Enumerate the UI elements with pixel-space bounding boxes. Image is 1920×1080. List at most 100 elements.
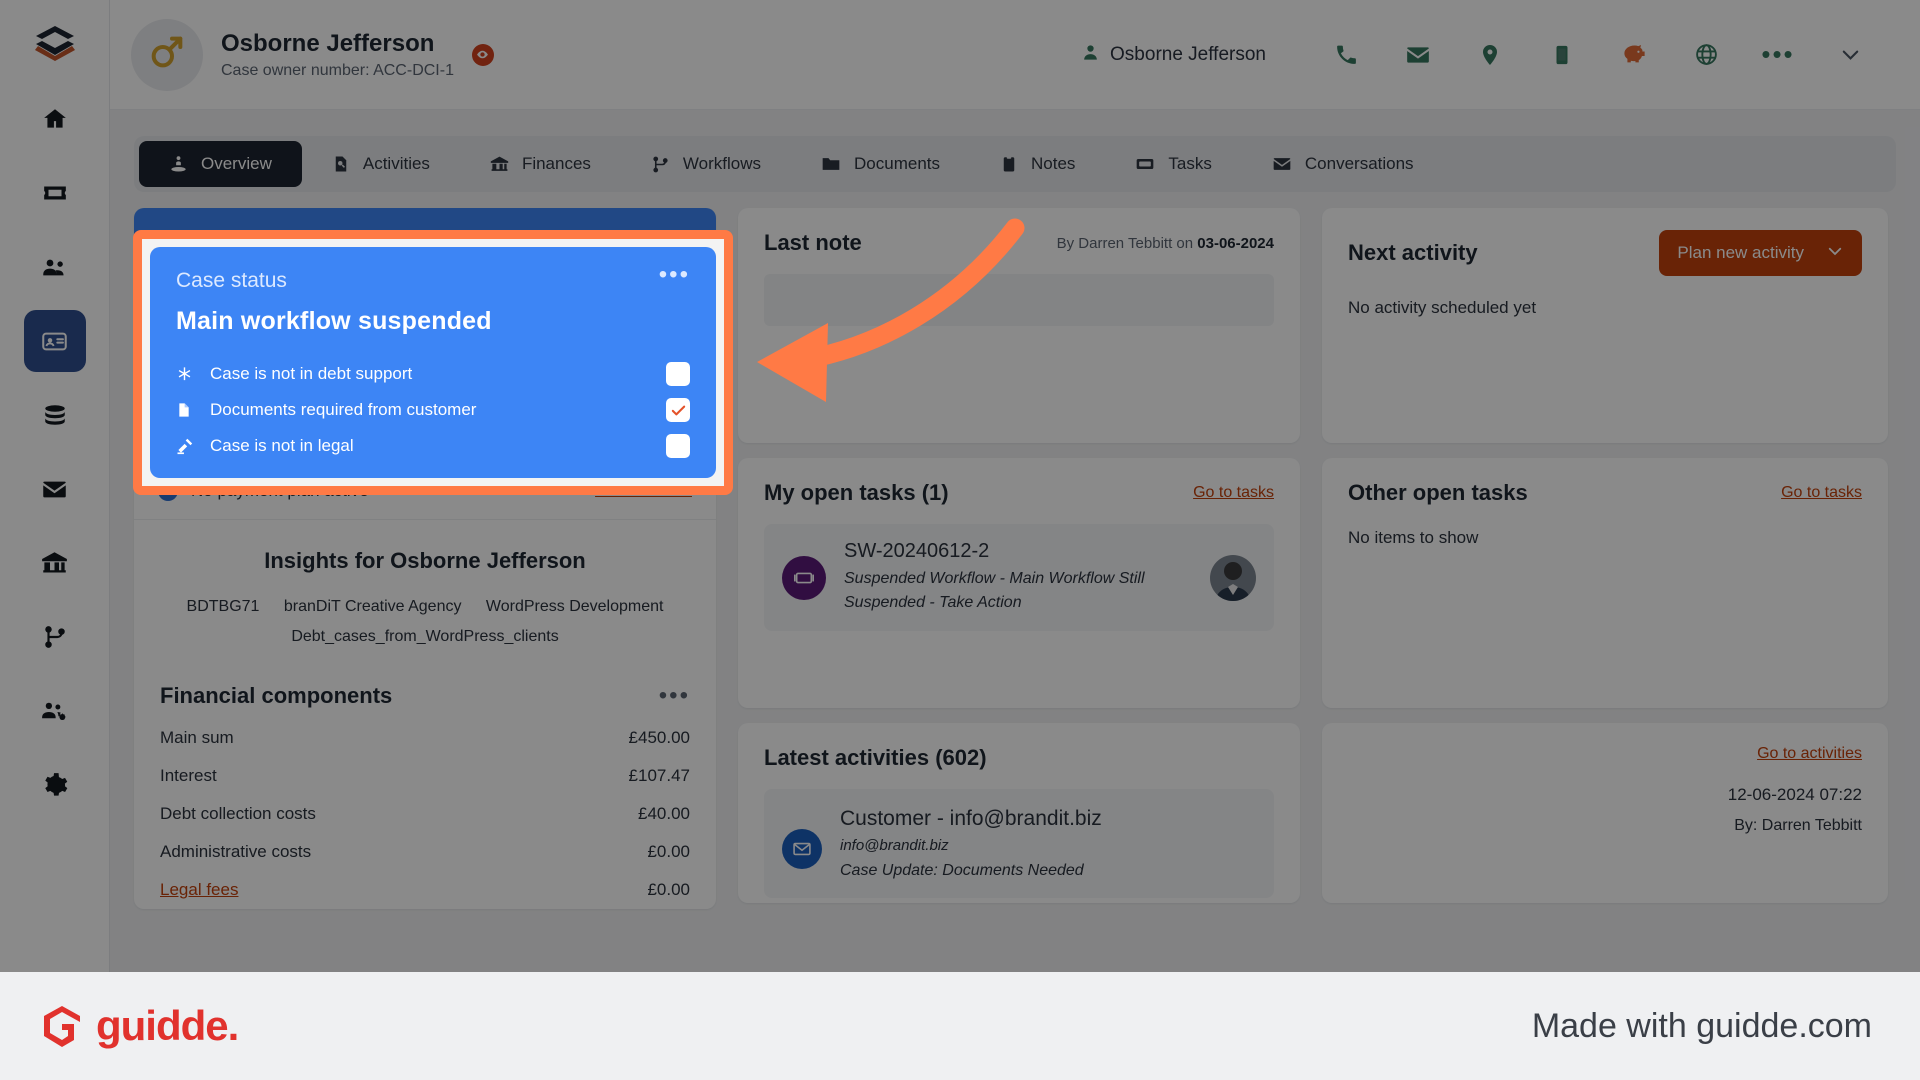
tab-documents[interactable]: Documents <box>791 141 970 187</box>
note-icon <box>1000 155 1018 173</box>
sidebar-item-contacts[interactable] <box>24 236 86 298</box>
legal-fees-link[interactable]: Legal fees <box>160 880 238 900</box>
checkbox-debt-support[interactable] <box>666 362 690 386</box>
fin-value: £40.00 <box>638 803 690 823</box>
last-note-card: Last note By Darren Tebbitt on 03-06-202… <box>738 208 1300 443</box>
logo-icon[interactable] <box>25 14 85 74</box>
piggy-bank-icon[interactable] <box>1598 41 1670 68</box>
avatar <box>1210 554 1256 601</box>
case-status-card-highlighted[interactable]: Case status ••• Main workflow suspended … <box>150 247 716 478</box>
status-row-debt-support[interactable]: Case is not in debt support <box>176 356 690 392</box>
sidebar-item-teams[interactable] <box>24 680 86 742</box>
workflow-icon <box>651 155 670 174</box>
activity-email: info@brandit.biz <box>840 837 949 854</box>
tab-label: Finances <box>521 154 591 173</box>
fin-label: Main sum <box>160 727 234 747</box>
envelope-icon[interactable] <box>1382 42 1454 68</box>
case-title-block: Osborne Jefferson Case owner number: ACC… <box>221 29 454 80</box>
other-open-tasks-empty: No items to show <box>1348 528 1479 547</box>
ellipsis-icon[interactable]: ••• <box>1742 39 1814 70</box>
task-description: Suspended Workflow - Main Workflow Still… <box>844 570 1145 611</box>
table-row: Legal fees £0.00 <box>134 871 716 909</box>
chevron-down-icon <box>1826 242 1844 265</box>
tab-finances[interactable]: Finances <box>460 141 621 187</box>
fin-label: Debt collection costs <box>160 803 316 823</box>
left-sidebar <box>0 0 110 972</box>
last-note-title: Last note <box>764 230 862 255</box>
case-owner-chip[interactable]: Osborne Jefferson <box>1081 43 1266 67</box>
chevron-down-icon[interactable] <box>1814 43 1886 66</box>
latest-activities-link-row: Go to activities <box>1348 745 1862 763</box>
my-open-tasks-title: My open tasks (1) <box>764 480 949 505</box>
insight-tag: branDiT Creative Agency <box>283 598 462 615</box>
eye-icon[interactable] <box>471 43 494 66</box>
checkbox-documents-required[interactable] <box>666 398 690 422</box>
my-open-tasks-header: My open tasks (1) Go to tasks <box>764 480 1274 506</box>
sidebar-item-data[interactable] <box>24 384 86 446</box>
activity-doc-icon <box>332 155 350 173</box>
tab-conversations[interactable]: Conversations <box>1242 141 1444 187</box>
envelope-icon <box>782 829 822 869</box>
tab-workflows[interactable]: Workflows <box>621 141 791 187</box>
globe-icon[interactable] <box>1670 42 1742 67</box>
insights-title: Insights for Osborne Jefferson <box>264 548 586 573</box>
map-pin-icon[interactable] <box>1454 43 1526 67</box>
case-owner-number: Case owner number: ACC-DCI-1 <box>221 62 454 79</box>
folder-icon <box>821 154 841 174</box>
activity-text-block: Customer - info@brandit.biz info@brandit… <box>840 807 1102 880</box>
sidebar-item-home[interactable] <box>24 88 86 150</box>
activity-date: 12-06-2024 07:22 <box>1727 785 1862 804</box>
sidebar-item-workflows[interactable] <box>24 606 86 668</box>
financial-components-title: Financial components <box>160 682 393 708</box>
go-to-activities-link[interactable]: Go to activities <box>1757 745 1862 763</box>
tab-overview[interactable]: Overview <box>139 141 302 187</box>
asterisk-icon <box>176 366 210 383</box>
sidebar-item-finances[interactable] <box>24 532 86 594</box>
ellipsis-icon[interactable]: ••• <box>659 683 690 707</box>
last-note-author: By Darren Tebbitt on <box>1056 234 1198 252</box>
male-gender-icon <box>147 32 187 77</box>
person-icon <box>1081 43 1100 67</box>
list-item[interactable]: SW-20240612-2 Suspended Workflow - Main … <box>764 524 1274 631</box>
latest-activities-meta-card: Go to activities 12-06-2024 07:22 By: Da… <box>1322 723 1888 903</box>
list-item[interactable]: Customer - info@brandit.biz info@brandit… <box>764 789 1274 898</box>
next-activity-title: Next activity <box>1348 240 1478 265</box>
sidebar-item-settings[interactable] <box>24 754 86 816</box>
tab-tasks[interactable]: Tasks <box>1105 141 1241 187</box>
mobile-icon[interactable] <box>1526 43 1598 67</box>
plan-new-activity-button[interactable]: Plan new activity <box>1659 230 1862 276</box>
status-row-legal[interactable]: Case is not in legal <box>176 428 690 464</box>
middle-column: Last note By Darren Tebbitt on 03-06-202… <box>738 208 1300 909</box>
activity-author: By: Darren Tebbitt <box>1734 817 1862 834</box>
insight-tag: Debt_cases_from_WordPress_clients <box>291 628 559 646</box>
case-owner-name: Osborne Jefferson <box>1110 43 1266 65</box>
status-row-label: Case is not in debt support <box>210 364 413 383</box>
status-row-documents-required[interactable]: Documents required from customer <box>176 392 690 428</box>
go-to-tasks-link[interactable]: Go to tasks <box>1193 484 1274 502</box>
envelope-icon <box>41 476 68 503</box>
tab-notes[interactable]: Notes <box>970 141 1105 187</box>
tab-label: Activities <box>362 154 430 173</box>
phone-icon[interactable] <box>1310 42 1382 67</box>
table-row: Administrative costs £0.00 <box>134 833 716 871</box>
activity-title: Customer - info@brandit.biz <box>840 807 1102 830</box>
checkbox-legal[interactable] <box>666 434 690 458</box>
case-status-headline: Main workflow suspended <box>176 307 492 335</box>
envelope-icon <box>1272 154 1292 174</box>
activity-subject: Case Update: Documents Needed <box>840 862 1084 879</box>
table-row: Main sum £450.00 <box>134 719 716 757</box>
tab-activities[interactable]: Activities <box>302 141 460 187</box>
guidde-wordmark: guidde. <box>96 1002 239 1049</box>
ellipsis-icon[interactable]: ••• <box>659 263 690 287</box>
made-with-text: Made with guidde.com <box>1531 1006 1872 1045</box>
sidebar-item-cases[interactable] <box>23 310 86 372</box>
task-text-block: SW-20240612-2 Suspended Workflow - Main … <box>844 540 1192 615</box>
go-to-tasks-link[interactable]: Go to tasks <box>1781 484 1862 502</box>
home-icon <box>42 106 68 132</box>
app-root: Osborne Jefferson Case owner number: ACC… <box>0 0 1920 1080</box>
guidde-mark-icon <box>44 1006 80 1047</box>
sidebar-item-mail[interactable] <box>24 458 86 520</box>
sidebar-item-tickets[interactable] <box>24 162 86 224</box>
page-title: Osborne Jefferson <box>221 30 435 57</box>
fin-value: £107.47 <box>628 765 690 785</box>
